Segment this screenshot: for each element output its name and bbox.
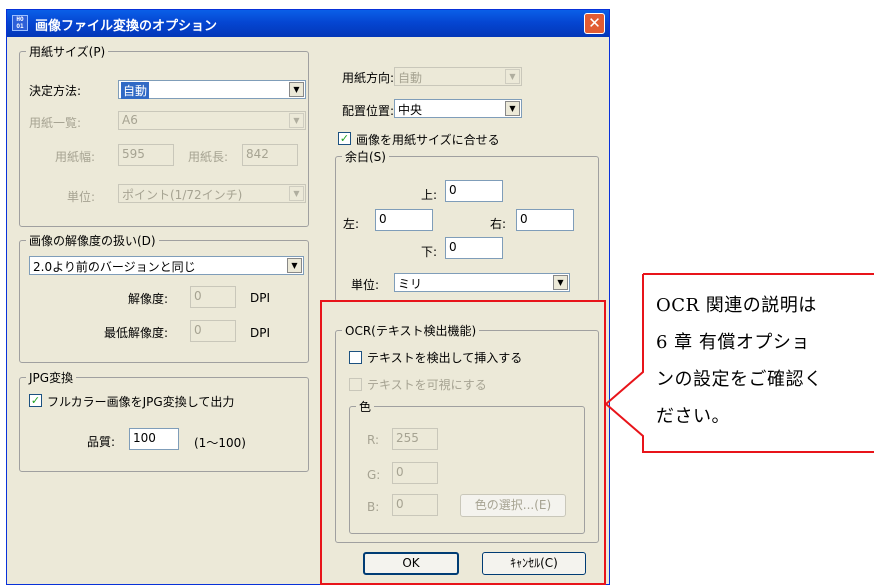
callout-line-3: ンの設定をご確認く bbox=[656, 369, 823, 390]
callout-text: OCR 関連の説明は 6 章 有償オプショ ンの設定をご確認く ださい。 bbox=[656, 287, 866, 435]
callout-line-2: 6 章 有償オプショ bbox=[656, 332, 810, 353]
callout-line-1: OCR 関連の説明は bbox=[656, 295, 817, 316]
callout-line-4: ださい。 bbox=[656, 406, 730, 427]
